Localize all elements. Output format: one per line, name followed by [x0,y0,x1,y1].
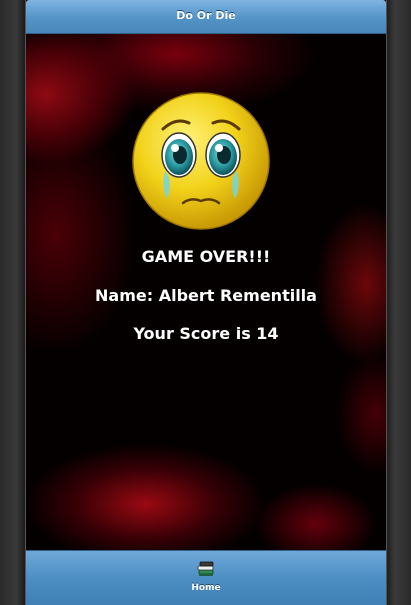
book-stack-icon [197,561,214,576]
home-label: Home [191,583,221,593]
game-over-heading: GAME OVER!!! [141,247,271,266]
final-score: Your Score is 14 [133,324,279,343]
app-screen: Do Or Die GAME OVER!!! Name: Albert Reme… [25,0,387,605]
home-button[interactable]: Home [181,557,231,599]
page-title: Do Or Die [176,9,236,22]
game-over-content: GAME OVER!!! Name: Albert Rementilla You… [26,34,386,550]
device-frame: Do Or Die GAME OVER!!! Name: Albert Reme… [0,0,411,605]
header-bar: Do Or Die [26,0,386,34]
crying-face-icon [132,92,270,230]
footer-navbar: Home [26,550,386,605]
player-name: Name: Albert Rementilla [95,286,317,305]
